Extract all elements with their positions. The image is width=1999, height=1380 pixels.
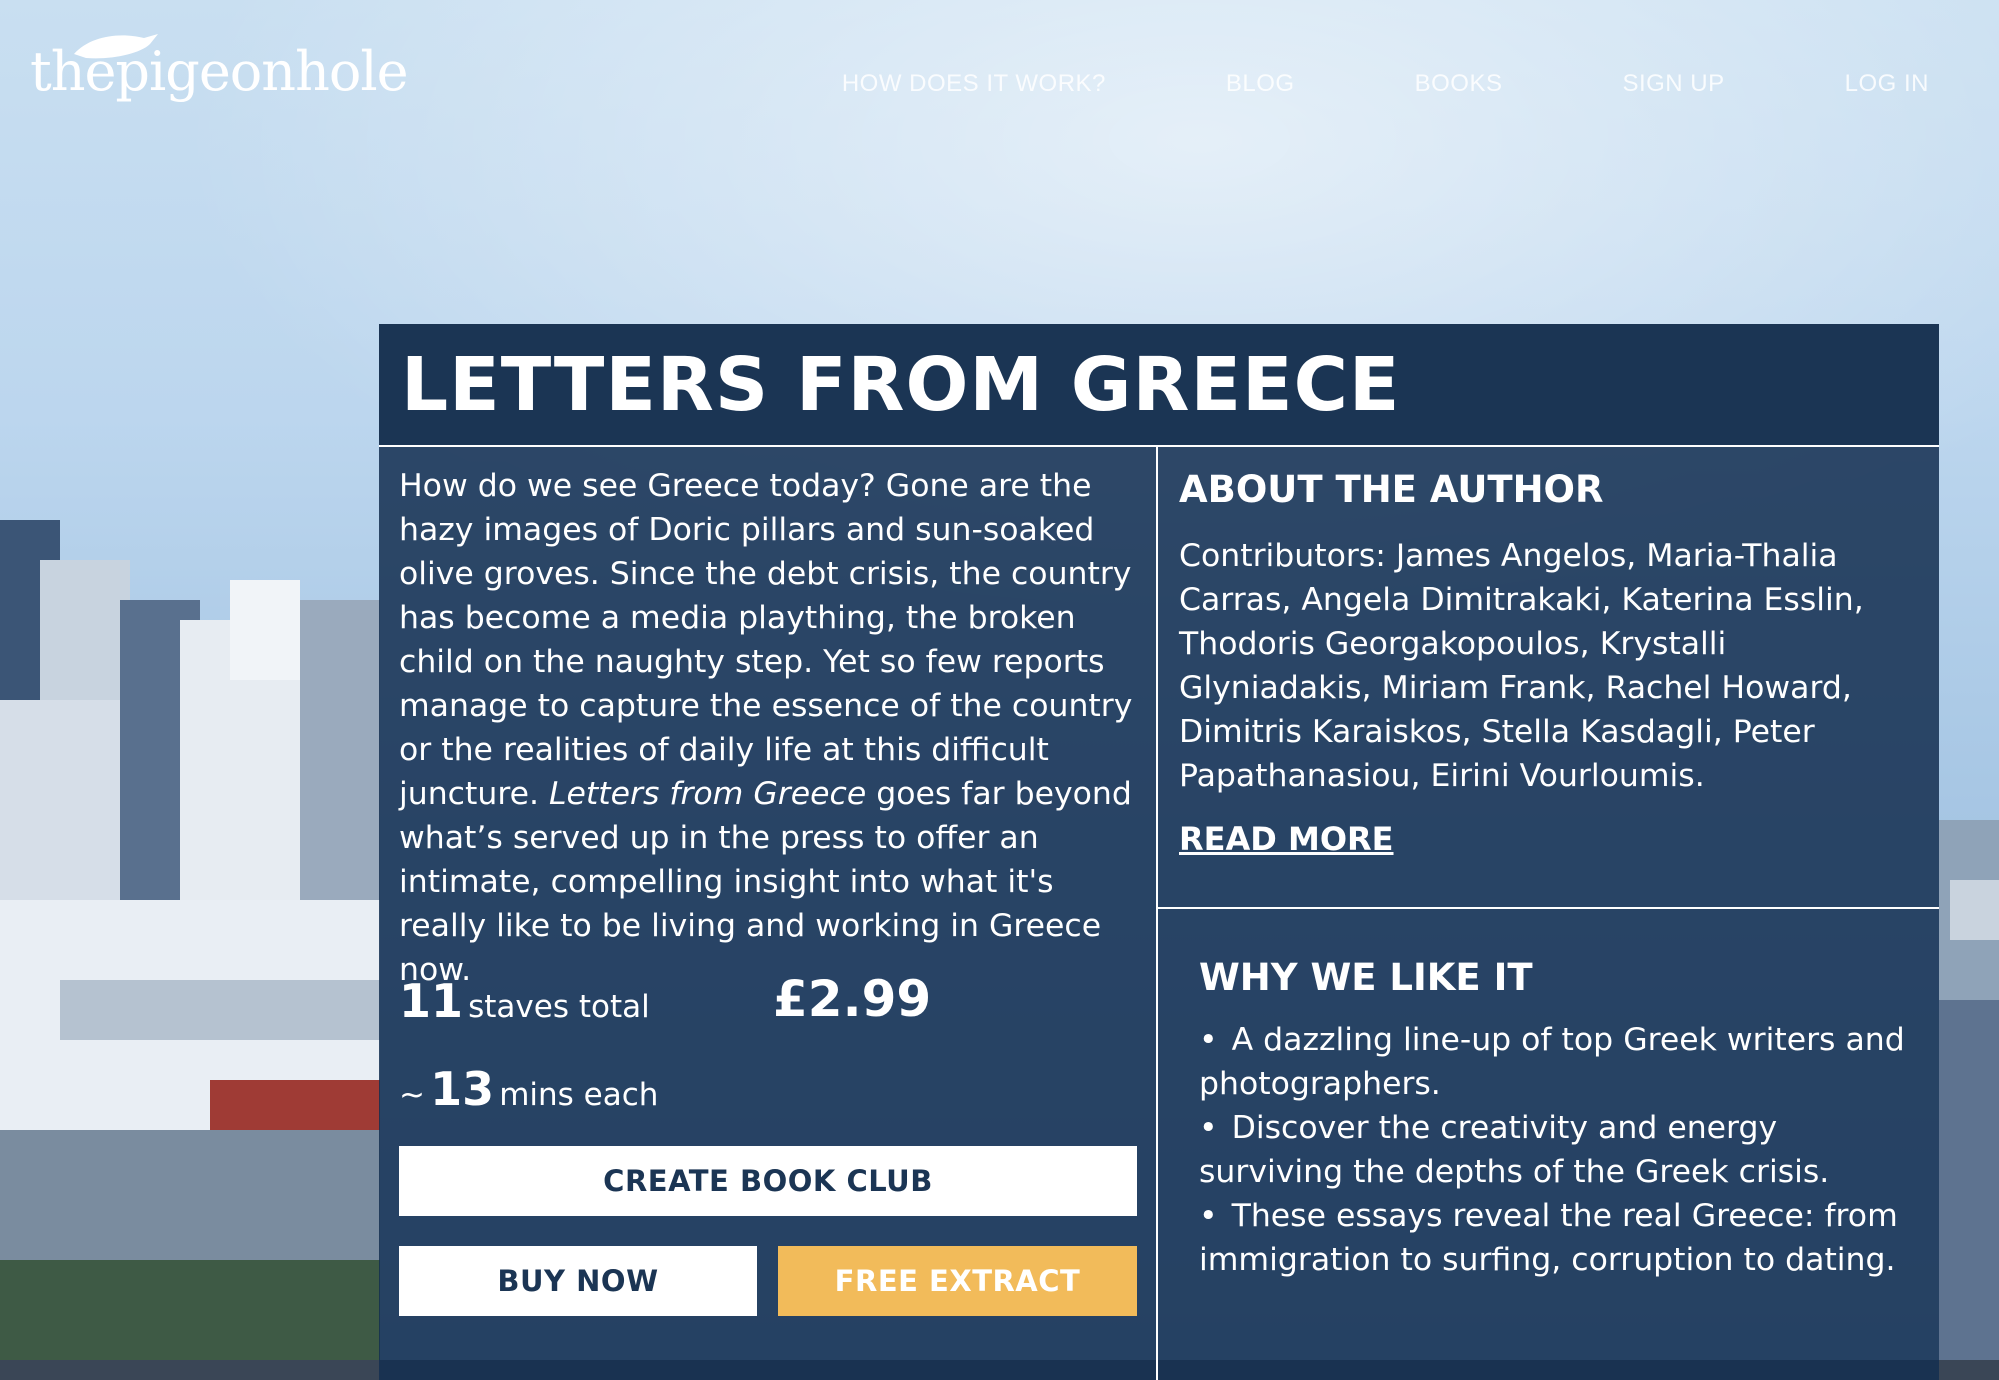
staves-label: staves total	[468, 989, 650, 1025]
staves-stat: 11 staves total	[399, 974, 650, 1028]
title-bar: LETTERS FROM GREECE	[379, 324, 1939, 447]
price: £2.99	[773, 970, 932, 1028]
nav-sign-up[interactable]: SIGN UP	[1622, 70, 1724, 98]
create-book-club-button[interactable]: CREATE BOOK CLUB	[399, 1146, 1137, 1216]
main-nav: HOW DOES IT WORK? BLOG BOOKS SIGN UP LOG…	[722, 70, 1929, 98]
book-description: How do we see Greece today? Gone are the…	[399, 464, 1139, 992]
list-item: A dazzling line-up of top Greek writers …	[1199, 1018, 1919, 1106]
description-italic-title: Letters from Greece	[548, 776, 867, 812]
nav-blog[interactable]: BLOG	[1226, 70, 1295, 98]
free-extract-button[interactable]: FREE EXTRACT	[778, 1246, 1137, 1316]
why-we-like-it-list: A dazzling line-up of top Greek writers …	[1199, 1018, 1919, 1282]
description-part-1: How do we see Greece today? Gone are the…	[399, 468, 1133, 812]
vertical-divider	[1156, 447, 1158, 1380]
list-item: Discover the creativity and energy survi…	[1199, 1106, 1919, 1194]
buy-now-button[interactable]: BUY NOW	[399, 1246, 757, 1316]
book-title: LETTERS FROM GREECE	[401, 342, 1401, 428]
mins-prefix: ~	[399, 1077, 425, 1113]
about-author-text: Contributors: James Angelos, Maria-Thali…	[1179, 538, 1864, 794]
pigeon-icon	[74, 34, 158, 59]
staves-count: 11	[399, 974, 464, 1028]
nav-log-in[interactable]: LOG IN	[1845, 70, 1929, 98]
nav-how-does-it-work[interactable]: HOW DOES IT WORK?	[842, 70, 1106, 98]
nav-books[interactable]: BOOKS	[1415, 70, 1503, 98]
why-we-like-it-heading: WHY WE LIKE IT	[1199, 956, 1533, 999]
book-panel: LETTERS FROM GREECE How do we see Greece…	[379, 324, 1939, 1380]
logo[interactable]: thepigeonhole	[30, 34, 409, 103]
list-item: These essays reveal the real Greece: fro…	[1199, 1194, 1919, 1282]
mins-label: mins each	[499, 1077, 659, 1113]
mins-count: 13	[430, 1062, 495, 1116]
mins-stat: ~ 13 mins each	[399, 1062, 658, 1116]
horizontal-divider	[1158, 907, 1939, 909]
about-author-heading: ABOUT THE AUTHOR	[1179, 468, 1604, 511]
read-more-link[interactable]: READ MORE	[1179, 820, 1394, 858]
